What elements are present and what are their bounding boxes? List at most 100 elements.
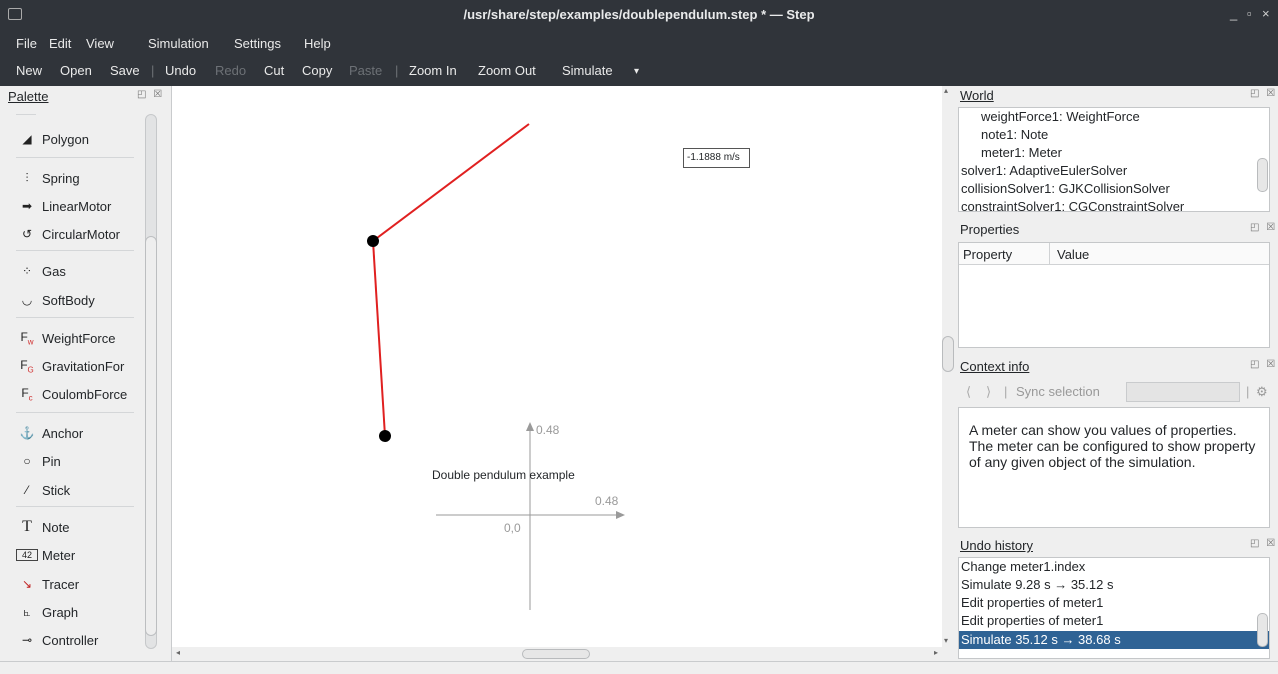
palette-item-circularmotor[interactable]: ↺ CircularMotor (16, 223, 120, 245)
palette-item-spring[interactable]: ⫶ Spring (16, 167, 79, 189)
context-info-text: A meter can show you values of propertie… (958, 407, 1270, 528)
menu-view[interactable]: View (86, 36, 114, 51)
note-text[interactable]: Double pendulum example (432, 468, 575, 482)
world-item[interactable]: constraintSolver1: CGConstraintSolver (961, 199, 1184, 211)
world-canvas[interactable]: -1.1888 m/s Double pendulum example 0.48… (172, 86, 942, 661)
palette-item-coulombforce[interactable]: Fc CoulombForce (16, 383, 127, 405)
palette-item-weightforce[interactable]: Fw WeightForce (16, 327, 115, 349)
forward-icon[interactable]: ⟩ (986, 384, 991, 400)
menu-simulation[interactable]: Simulation (148, 36, 209, 51)
dock-float-close-icon[interactable]: ◰ ☒ (1250, 88, 1277, 99)
zoom-in-button[interactable]: Zoom In (409, 63, 457, 78)
canvas-vertical-scrollbar[interactable]: ▴ ▾ (942, 86, 954, 661)
palette-item-label: Polygon (42, 131, 89, 147)
palette-item-gas[interactable]: ⁘ Gas (16, 260, 66, 282)
canvas-horizontal-thumb[interactable] (522, 649, 590, 659)
origin-label: 0,0 (504, 521, 521, 535)
value-column-header[interactable]: Value (1057, 247, 1089, 262)
world-item[interactable]: collisionSolver1: GJKCollisionSolver (961, 181, 1170, 196)
undo-history-item[interactable]: Edit properties of meter1 (961, 595, 1103, 610)
pendulum-rod-2 (372, 240, 386, 437)
canvas-horizontal-scrollbar[interactable]: ◂ ▸ (172, 647, 942, 661)
zoom-out-button[interactable]: Zoom Out (478, 63, 536, 78)
palette-item-graph[interactable]: ⦜ Graph (16, 601, 79, 623)
toolbar-separator: | (395, 63, 399, 78)
palette-item-tracer[interactable]: ↘ Tracer (16, 573, 79, 595)
palette-separator (16, 114, 36, 115)
close-button[interactable]: × (1262, 6, 1270, 21)
sync-selection-button[interactable]: Sync selection (1016, 384, 1100, 399)
copy-button[interactable]: Copy (302, 63, 332, 78)
window-title: /usr/share/step/examples/doublependulum.… (463, 7, 815, 22)
dock-float-close-icon[interactable]: ◰ ☒ (1250, 538, 1277, 549)
axis-y-arrow (526, 422, 534, 431)
context-search-field[interactable] (1126, 382, 1240, 402)
scroll-up-icon[interactable]: ▴ (944, 86, 948, 95)
toolbar-overflow-icon[interactable]: ▾ (634, 66, 639, 77)
undo-history-item[interactable]: Change meter1.index (961, 559, 1085, 574)
undo-history-list[interactable]: Change meter1.index Simulate 9.28 s → 35… (958, 557, 1270, 659)
minimize-button[interactable]: _ (1230, 6, 1237, 21)
settings-icon[interactable]: ⚙ (1256, 384, 1268, 400)
undo-history-item[interactable]: Edit properties of meter1 (961, 613, 1103, 628)
palette-item-softbody[interactable]: ◡ SoftBody (16, 289, 95, 311)
palette-item-label: SoftBody (42, 292, 95, 308)
save-button[interactable]: Save (110, 63, 140, 78)
axis-y-label: 0.48 (536, 423, 560, 437)
scroll-down-icon[interactable]: ▾ (944, 636, 948, 645)
palette-item-label: GravitationFor (42, 358, 125, 374)
paste-button[interactable]: Paste (349, 63, 382, 78)
spring-icon: ⫶ (25, 170, 29, 185)
palette-item-gravitationforce[interactable]: FG GravitationFor (16, 355, 124, 377)
palette-item-label: Stick (42, 482, 71, 498)
scroll-right-icon[interactable]: ▸ (934, 648, 938, 657)
undo-history-item-selected[interactable]: Simulate 35.12 s → 38.68 s (959, 631, 1269, 649)
world-scroll-thumb[interactable] (1257, 158, 1268, 192)
menu-edit[interactable]: Edit (49, 36, 71, 51)
gas-icon: ⁘ (21, 264, 33, 278)
palette-item-controller[interactable]: ⊸ Controller (16, 629, 98, 651)
menu-settings[interactable]: Settings (234, 36, 281, 51)
palette-item-pin[interactable]: ○ Pin (16, 450, 60, 472)
property-column-header[interactable]: Property (963, 247, 1012, 262)
title-bar: /usr/share/step/examples/doublependulum.… (0, 0, 1278, 31)
palette-item-note[interactable]: T Note (16, 516, 69, 538)
simulate-button[interactable]: Simulate (562, 63, 613, 78)
undo-scroll-thumb[interactable] (1257, 613, 1268, 647)
palette-scrollbar-thumb[interactable] (145, 236, 157, 636)
canvas-vertical-thumb[interactable] (942, 336, 954, 372)
stick-icon: ⁄ (25, 483, 28, 497)
meter-widget[interactable]: -1.1888 m/s (683, 148, 750, 168)
softbody-icon: ◡ (21, 293, 33, 307)
scroll-left-icon[interactable]: ◂ (176, 648, 180, 657)
palette-item-meter[interactable]: 42 Meter (16, 544, 75, 566)
palette-item-stick[interactable]: ⁄ Stick (16, 479, 70, 501)
coulomb-force-icon: Fc (21, 385, 33, 403)
dock-float-close-icon[interactable]: ◰ ☒ (1250, 359, 1277, 370)
anchor-icon: ⚓ (19, 426, 35, 440)
world-item[interactable]: meter1: Meter (981, 145, 1062, 160)
menu-file[interactable]: File (16, 36, 37, 51)
properties-table[interactable]: Property Value (958, 242, 1270, 348)
undo-button[interactable]: Undo (165, 63, 196, 78)
world-item[interactable]: solver1: AdaptiveEulerSolver (961, 163, 1127, 178)
new-button[interactable]: New (16, 63, 42, 78)
redo-button[interactable]: Redo (215, 63, 246, 78)
cut-button[interactable]: Cut (264, 63, 284, 78)
world-tree[interactable]: weightForce1: WeightForce note1: Note me… (958, 107, 1270, 212)
dock-float-close-icon[interactable]: ◰ ☒ (137, 89, 164, 100)
palette-item-anchor[interactable]: ⚓ Anchor (16, 422, 84, 444)
back-icon[interactable]: ⟨ (966, 384, 971, 400)
open-button[interactable]: Open (60, 63, 92, 78)
palette-item-polygon[interactable]: ◢ Polygon (16, 128, 89, 150)
palette-item-linearmotor[interactable]: ➡ LinearMotor (16, 195, 111, 217)
maximize-button[interactable]: ▫ (1247, 6, 1252, 21)
world-item[interactable]: weightForce1: WeightForce (981, 109, 1140, 124)
world-item[interactable]: note1: Note (981, 127, 1048, 142)
dock-float-close-icon[interactable]: ◰ ☒ (1250, 222, 1277, 233)
menu-help[interactable]: Help (304, 36, 331, 51)
palette-separator (16, 317, 134, 318)
pin-icon: ○ (23, 454, 31, 468)
undo-history-item[interactable]: Simulate 9.28 s → 35.12 s (961, 577, 1113, 592)
palette-item-label: Gas (42, 263, 66, 279)
